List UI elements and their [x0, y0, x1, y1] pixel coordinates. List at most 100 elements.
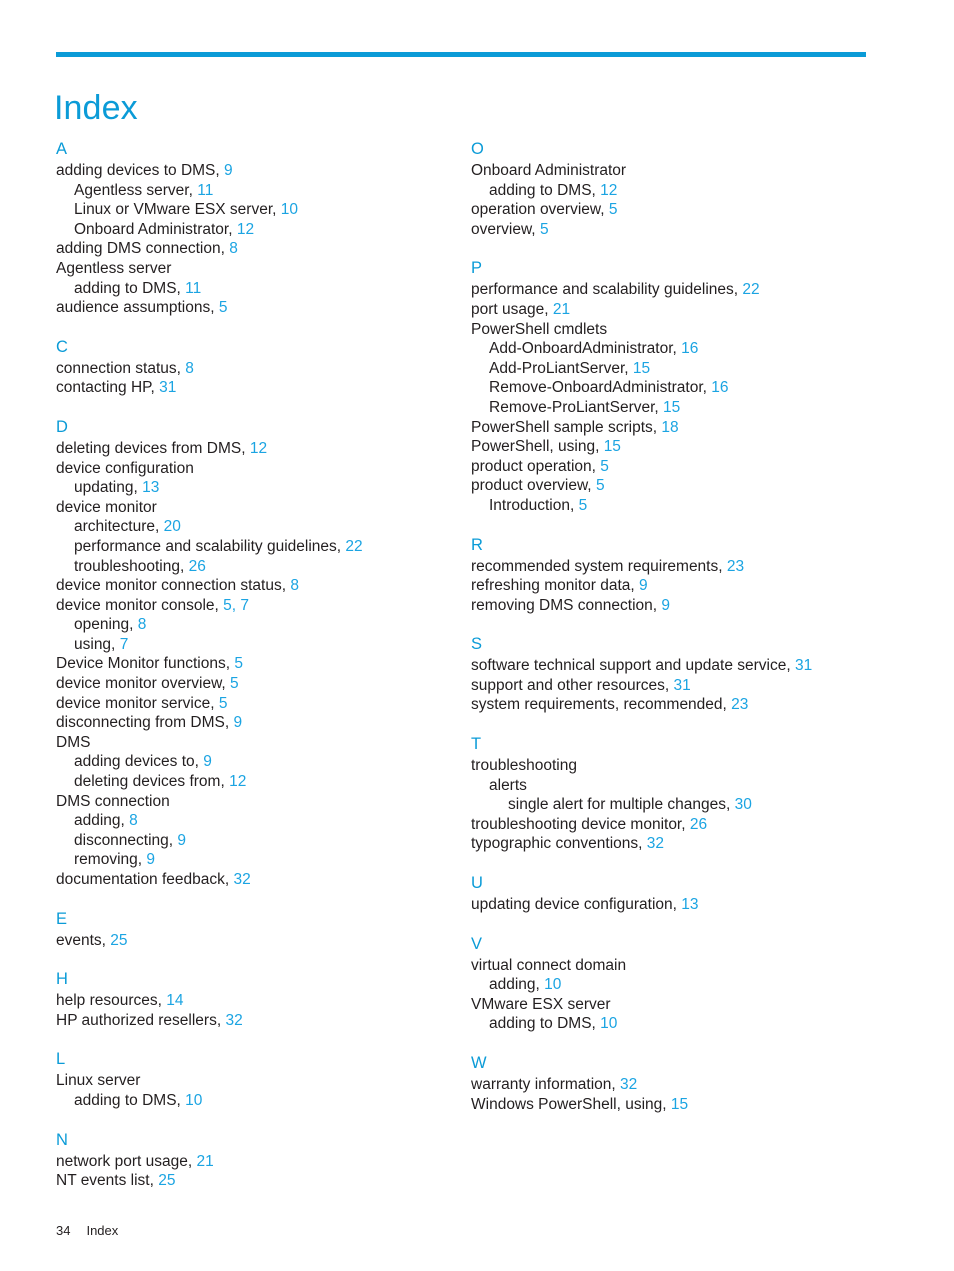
index-entry-page-number[interactable]: 10	[281, 201, 298, 218]
index-entry-page-number[interactable]: 32	[225, 1012, 242, 1029]
index-entry[interactable]: Remove-OnboardAdministrator, 16	[471, 378, 861, 398]
index-entry[interactable]: help resources, 14	[56, 991, 446, 1011]
index-entry-page-number[interactable]: 22	[345, 538, 362, 555]
index-entry[interactable]: network port usage, 21	[56, 1152, 446, 1172]
index-entry-page-number[interactable]: 15	[671, 1096, 688, 1113]
index-entry-page-number[interactable]: 8	[290, 577, 299, 594]
index-entry[interactable]: troubleshooting, 26	[56, 557, 446, 577]
index-entry[interactable]: DMS	[56, 733, 446, 753]
index-entry-page-number[interactable]: 9	[203, 753, 212, 770]
index-entry-page-number[interactable]: 11	[185, 280, 201, 297]
index-entry[interactable]: refreshing monitor data, 9	[471, 576, 861, 596]
index-entry-page-number[interactable]: 32	[647, 835, 664, 852]
index-entry[interactable]: connection status, 8	[56, 359, 446, 379]
index-entry[interactable]: system requirements, recommended, 23	[471, 695, 861, 715]
index-entry[interactable]: adding devices to, 9	[56, 752, 446, 772]
index-entry-page-number[interactable]: 31	[795, 657, 812, 674]
index-entry-page-number[interactable]: 5	[230, 675, 239, 692]
index-entry[interactable]: device configuration	[56, 459, 446, 479]
index-entry[interactable]: adding to DMS, 12	[471, 181, 861, 201]
index-entry[interactable]: VMware ESX server	[471, 995, 861, 1015]
index-entry-page-number[interactable]: 5	[219, 695, 228, 712]
index-entry-page-number[interactable]: 26	[690, 816, 707, 833]
index-entry[interactable]: performance and scalability guidelines, …	[56, 537, 446, 557]
index-entry-page-number[interactable]: 32	[620, 1076, 637, 1093]
index-entry-page-number[interactable]: 9	[639, 577, 648, 594]
index-entry-page-number[interactable]: 5	[596, 477, 605, 494]
index-entry[interactable]: support and other resources, 31	[471, 676, 861, 696]
index-entry-page-number[interactable]: 15	[604, 438, 621, 455]
index-entry-page-number[interactable]: 9	[146, 851, 155, 868]
index-entry[interactable]: device monitor console, 5, 7	[56, 596, 446, 616]
index-entry[interactable]: port usage, 21	[471, 300, 861, 320]
index-entry[interactable]: Add-ProLiantServer, 15	[471, 359, 861, 379]
index-entry[interactable]: single alert for multiple changes, 30	[471, 795, 861, 815]
index-entry-page-number[interactable]: 5	[579, 497, 588, 514]
index-entry[interactable]: using, 7	[56, 635, 446, 655]
index-entry[interactable]: adding to DMS, 10	[471, 1014, 861, 1034]
index-entry[interactable]: troubleshooting	[471, 756, 861, 776]
index-entry[interactable]: Agentless server, 11	[56, 181, 446, 201]
index-entry-page-number[interactable]: 18	[661, 419, 678, 436]
index-entry-page-number[interactable]: 25	[158, 1172, 175, 1189]
index-entry-page-number[interactable]: 9	[233, 714, 242, 731]
index-entry-page-number[interactable]: 8	[229, 240, 238, 257]
index-entry-page-number[interactable]: 22	[742, 281, 759, 298]
index-entry[interactable]: adding devices to DMS, 9	[56, 161, 446, 181]
index-entry-page-number[interactable]: 5	[540, 221, 549, 238]
index-entry-page-number[interactable]: 13	[681, 896, 698, 913]
index-entry[interactable]: software technical support and update se…	[471, 656, 861, 676]
index-entry[interactable]: device monitor service, 5	[56, 694, 446, 714]
index-entry-page-number[interactable]: 25	[110, 932, 127, 949]
index-entry[interactable]: device monitor overview, 5	[56, 674, 446, 694]
index-entry-page-number[interactable]: 30	[735, 796, 752, 813]
index-entry[interactable]: contacting HP, 31	[56, 378, 446, 398]
index-entry-page-number[interactable]: 9	[661, 597, 670, 614]
index-entry-page-number[interactable]: 26	[189, 558, 206, 575]
index-entry[interactable]: DMS connection	[56, 792, 446, 812]
index-entry-page-number[interactable]: 12	[229, 773, 246, 790]
index-entry[interactable]: performance and scalability guidelines, …	[471, 280, 861, 300]
index-entry-page-number[interactable]: 5	[600, 458, 609, 475]
index-entry-page-number[interactable]: 16	[681, 340, 698, 357]
index-entry-page-number[interactable]: 15	[633, 360, 650, 377]
index-entry[interactable]: adding, 10	[471, 975, 861, 995]
index-entry[interactable]: product overview, 5	[471, 476, 861, 496]
index-entry-page-number[interactable]: 16	[711, 379, 728, 396]
index-entry[interactable]: overview, 5	[471, 220, 861, 240]
index-entry[interactable]: Windows PowerShell, using, 15	[471, 1095, 861, 1115]
index-entry[interactable]: PowerShell sample scripts, 18	[471, 418, 861, 438]
index-entry-page-number[interactable]: 9	[177, 832, 186, 849]
index-entry-page-number[interactable]: 12	[237, 221, 254, 238]
index-entry[interactable]: Onboard Administrator, 12	[56, 220, 446, 240]
index-entry[interactable]: adding to DMS, 11	[56, 279, 446, 299]
index-entry-page-number[interactable]: 32	[234, 871, 251, 888]
index-entry[interactable]: adding to DMS, 10	[56, 1091, 446, 1111]
index-entry[interactable]: recommended system requirements, 23	[471, 557, 861, 577]
index-entry-page-number[interactable]: 10	[185, 1092, 202, 1109]
index-entry[interactable]: deleting devices from DMS, 12	[56, 439, 446, 459]
index-entry[interactable]: PowerShell, using, 15	[471, 437, 861, 457]
index-entry-page-number[interactable]: 5	[234, 655, 243, 672]
index-entry[interactable]: PowerShell cmdlets	[471, 320, 861, 340]
index-entry-page-number[interactable]: 14	[166, 992, 183, 1009]
index-entry[interactable]: updating device configuration, 13	[471, 895, 861, 915]
index-entry[interactable]: updating, 13	[56, 478, 446, 498]
index-entry-page-number[interactable]: 13	[142, 479, 159, 496]
index-entry[interactable]: Agentless server	[56, 259, 446, 279]
index-entry[interactable]: documentation feedback, 32	[56, 870, 446, 890]
index-entry[interactable]: disconnecting, 9	[56, 831, 446, 851]
index-entry[interactable]: troubleshooting device monitor, 26	[471, 815, 861, 835]
index-entry-page-number[interactable]: 23	[731, 696, 748, 713]
index-entry[interactable]: removing DMS connection, 9	[471, 596, 861, 616]
index-entry[interactable]: Linux server	[56, 1071, 446, 1091]
index-entry[interactable]: Introduction, 5	[471, 496, 861, 516]
index-entry-page-number[interactable]: 11	[197, 182, 213, 199]
index-entry[interactable]: operation overview, 5	[471, 200, 861, 220]
index-entry[interactable]: architecture, 20	[56, 517, 446, 537]
index-entry[interactable]: Remove-ProLiantServer, 15	[471, 398, 861, 418]
index-entry-page-number[interactable]: 12	[600, 182, 617, 199]
index-entry-page-number[interactable]: 8	[138, 616, 147, 633]
index-entry[interactable]: events, 25	[56, 931, 446, 951]
index-entry-page-number[interactable]: 9	[224, 162, 233, 179]
